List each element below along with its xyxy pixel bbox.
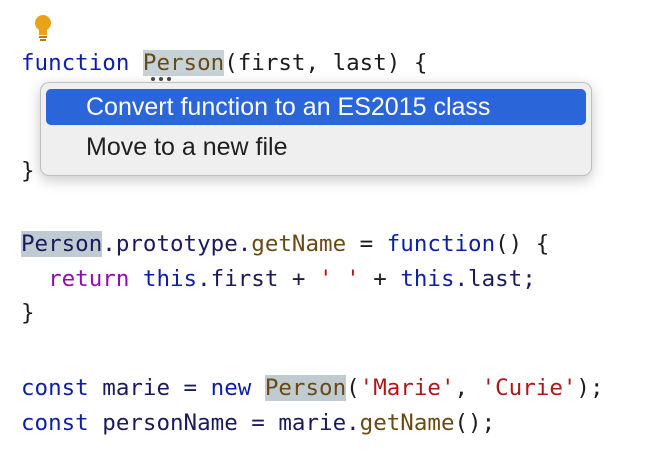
prototype-access: .prototype. — [102, 231, 252, 257]
keyword-return: return — [48, 266, 130, 292]
call-parens: (); — [454, 410, 496, 436]
keyword-const: const — [21, 375, 89, 401]
quickfix-dots-icon[interactable] — [151, 77, 175, 81]
code-line-1: function Person(first, last) { — [21, 48, 427, 78]
menu-item-convert-to-class[interactable]: Convert function to an ES2015 class — [46, 89, 586, 125]
string-marie: 'Marie' — [359, 375, 455, 401]
code-line-7: const personName = marie.getName(); — [21, 408, 495, 438]
keyword-new: new — [210, 375, 252, 401]
close-paren: ); — [576, 375, 604, 401]
property-first: .first + — [197, 266, 320, 292]
keyword-this: this — [400, 266, 455, 292]
comma: , — [454, 375, 482, 401]
function-signature: () { — [495, 231, 550, 257]
code-line-3: Person.prototype.getName = function() { — [21, 229, 549, 259]
variable-personname: personName = marie. — [88, 410, 360, 436]
parameter-list: (first, last) { — [224, 50, 428, 76]
identifier-person[interactable]: Person — [264, 375, 347, 401]
variable-marie: marie = — [88, 375, 211, 401]
code-line-4: return this.first + ' ' + this.last; — [21, 264, 536, 294]
property-last: .last; — [454, 266, 536, 292]
lightbulb-icon[interactable] — [33, 13, 53, 45]
code-line-5: } — [21, 298, 35, 328]
string-curie: 'Curie' — [481, 375, 577, 401]
identifier-person[interactable]: Person — [21, 231, 103, 257]
clipped-code-line: ˋ ˋ ˋ ˋ ˋ — [140, 0, 340, 2]
keyword-const: const — [21, 410, 89, 436]
assign-operator: = — [346, 231, 387, 257]
plus-operator: + — [359, 266, 401, 292]
method-getname: getName — [359, 410, 455, 436]
context-action-menu: Convert function to an ES2015 class Move… — [40, 82, 592, 176]
identifier-person[interactable]: Person — [142, 50, 225, 76]
menu-item-move-to-new-file[interactable]: Move to a new file — [46, 129, 586, 165]
keyword-function: function — [386, 231, 496, 257]
code-line-6: const marie = new Person('Marie', 'Curie… — [21, 373, 604, 403]
keyword-function: function — [21, 50, 130, 76]
string-space: ' ' — [319, 266, 360, 292]
closing-brace: } — [21, 300, 35, 326]
open-paren: ( — [346, 375, 360, 401]
method-getname: getName — [251, 231, 347, 257]
keyword-this: this — [142, 266, 198, 292]
code-line-2: } — [21, 156, 35, 186]
closing-brace: } — [21, 158, 35, 184]
